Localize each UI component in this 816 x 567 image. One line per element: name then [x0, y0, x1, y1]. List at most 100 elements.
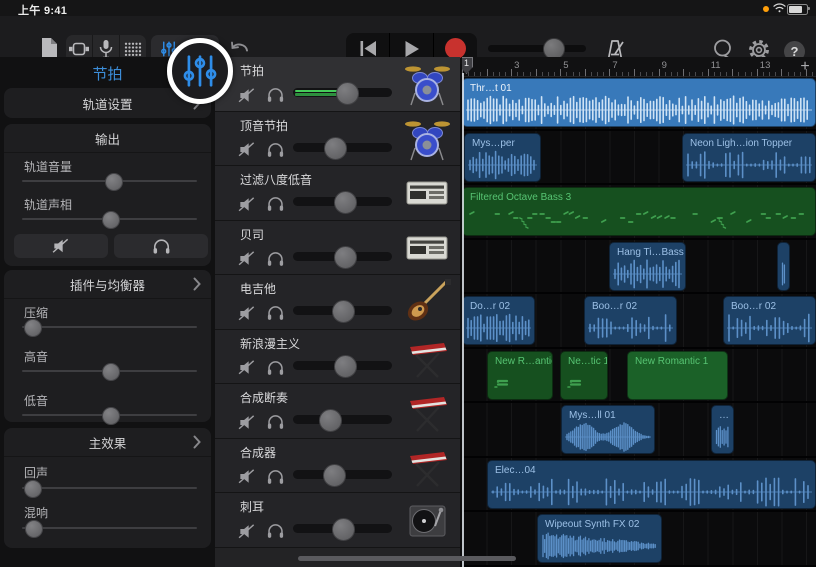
track-header-row[interactable]: 新浪漫主义 — [215, 330, 460, 385]
region[interactable]: Boo…r 02 — [584, 296, 677, 345]
track-solo-button[interactable] — [263, 356, 287, 380]
ruler-bar-number: 3 — [514, 60, 519, 71]
region-label: Thr…t 01 — [470, 83, 512, 94]
region[interactable]: Neon Ligh…ion Topper — [682, 133, 816, 182]
solo-button[interactable] — [114, 234, 208, 258]
region[interactable]: Wipeout Synth FX 02 — [537, 514, 662, 563]
track-solo-button[interactable] — [263, 465, 287, 489]
chevron-right-icon — [193, 435, 201, 449]
compression-slider[interactable] — [22, 318, 197, 336]
track-header-row[interactable]: 顶音节拍 — [215, 112, 460, 167]
battery-icon — [787, 4, 808, 15]
track-volume-knob[interactable] — [336, 82, 359, 105]
region[interactable]: New R…antic 1 — [487, 351, 553, 400]
output-section: 输出 轨道音量 轨道声相 — [4, 124, 211, 266]
region[interactable]: … — [711, 405, 734, 454]
track-name: 贝司 — [240, 226, 264, 243]
track-solo-button[interactable] — [263, 410, 287, 434]
region[interactable]: Mys…ll 01 — [561, 405, 655, 454]
undo-icon — [229, 40, 251, 58]
region-label: Boo…r 02 — [592, 301, 637, 312]
track-solo-button[interactable] — [263, 247, 287, 271]
track-volume-knob[interactable] — [332, 518, 355, 541]
track-volume-knob[interactable] — [323, 464, 346, 487]
track-name: 合成器 — [240, 444, 276, 461]
track-mute-button[interactable] — [235, 465, 259, 489]
track-mute-button[interactable] — [235, 247, 259, 271]
track-mute-button[interactable] — [235, 301, 259, 325]
track-header-row[interactable]: 合成器 — [215, 439, 460, 494]
track-solo-button[interactable] — [263, 83, 287, 107]
track-header-row[interactable]: 合成断奏 — [215, 384, 460, 439]
timeline-track-lane: Filtered Octave Bass 3 — [462, 185, 816, 240]
track-volume-knob[interactable] — [324, 137, 347, 160]
track-name: 合成断奏 — [240, 389, 288, 406]
track-volume-slider[interactable] — [22, 172, 197, 190]
region[interactable]: Do…r 02 — [462, 296, 535, 345]
master-effects-section: 主效果 回声 混响 — [4, 428, 211, 548]
ruler-tick — [757, 69, 758, 76]
plugins-eq-row[interactable]: 插件与均衡器 — [4, 270, 211, 299]
region[interactable] — [777, 242, 790, 291]
track-volume-slider[interactable] — [293, 415, 392, 424]
bass-slider[interactable] — [22, 406, 197, 424]
reverb-knob[interactable] — [25, 520, 43, 538]
timeline-track-lane: Mys…per Neon Ligh…ion Topper — [462, 131, 816, 186]
status-orange-dot-icon — [763, 6, 769, 12]
track-solo-button[interactable] — [263, 138, 287, 162]
track-solo-button[interactable] — [263, 301, 287, 325]
region-label: Hang Ti…Bass 02 — [617, 247, 686, 258]
track-volume-knob[interactable] — [334, 355, 357, 378]
track-mute-button[interactable] — [235, 138, 259, 162]
region[interactable]: Boo…r 02 — [723, 296, 816, 345]
region[interactable]: Ne…tic 1 — [560, 351, 608, 400]
ruler-tick — [536, 69, 537, 76]
track-mute-button[interactable] — [235, 519, 259, 543]
compression-knob[interactable] — [24, 319, 42, 337]
reverb-slider[interactable] — [22, 519, 197, 537]
bass-knob[interactable] — [102, 407, 120, 425]
track-solo-button[interactable] — [263, 192, 287, 216]
track-pan-knob[interactable] — [102, 211, 120, 229]
time-ruler[interactable]: 35791113 — [462, 57, 816, 77]
track-volume-knob[interactable] — [334, 191, 357, 214]
track-volume-knob[interactable] — [332, 300, 355, 323]
region[interactable]: Thr…t 01 — [462, 78, 816, 127]
region[interactable]: Hang Ti…Bass 02 — [609, 242, 686, 291]
master-volume-slider[interactable] — [488, 45, 586, 52]
treble-slider[interactable] — [22, 362, 197, 380]
track-header-row[interactable]: 刺耳 — [215, 493, 460, 548]
region[interactable]: Mys…per — [464, 133, 541, 182]
waveform — [588, 313, 673, 343]
master-effects-row[interactable]: 主效果 — [4, 428, 211, 457]
playhead[interactable] — [462, 73, 464, 567]
track-solo-button[interactable] — [263, 519, 287, 543]
region[interactable]: Filtered Octave Bass 3 — [462, 187, 816, 236]
region-label: … — [719, 410, 729, 421]
track-pan-slider[interactable] — [22, 210, 197, 228]
master-effects-label: 主效果 — [89, 433, 127, 452]
track-header-row[interactable]: 过滤八度低音 — [215, 166, 460, 221]
echo-knob[interactable] — [24, 480, 42, 498]
track-volume-knob[interactable] — [319, 409, 342, 432]
region[interactable]: New Romantic 1 — [627, 351, 728, 400]
track-mute-button[interactable] — [235, 356, 259, 380]
mute-button[interactable] — [14, 234, 108, 258]
region-label: Boo…r 02 — [731, 301, 776, 312]
region[interactable]: Elec…04 — [487, 460, 816, 509]
track-mute-button[interactable] — [235, 83, 259, 107]
echo-slider[interactable] — [22, 479, 197, 497]
track-header-row[interactable]: 电吉他 — [215, 275, 460, 330]
track-volume-knob[interactable] — [105, 173, 123, 191]
add-track-button[interactable]: + — [797, 57, 813, 76]
horizontal-scrollbar[interactable] — [298, 556, 516, 561]
track-mute-button[interactable] — [235, 192, 259, 216]
treble-knob[interactable] — [102, 363, 120, 381]
rewind-icon — [359, 40, 377, 57]
track-volume-knob[interactable] — [334, 246, 357, 269]
instrument-image-keyboard — [403, 443, 451, 489]
track-header-row[interactable]: 贝司 — [215, 221, 460, 276]
track-mute-button[interactable] — [235, 410, 259, 434]
track-header-row[interactable]: 节拍 — [215, 57, 460, 112]
waveform — [466, 208, 812, 236]
